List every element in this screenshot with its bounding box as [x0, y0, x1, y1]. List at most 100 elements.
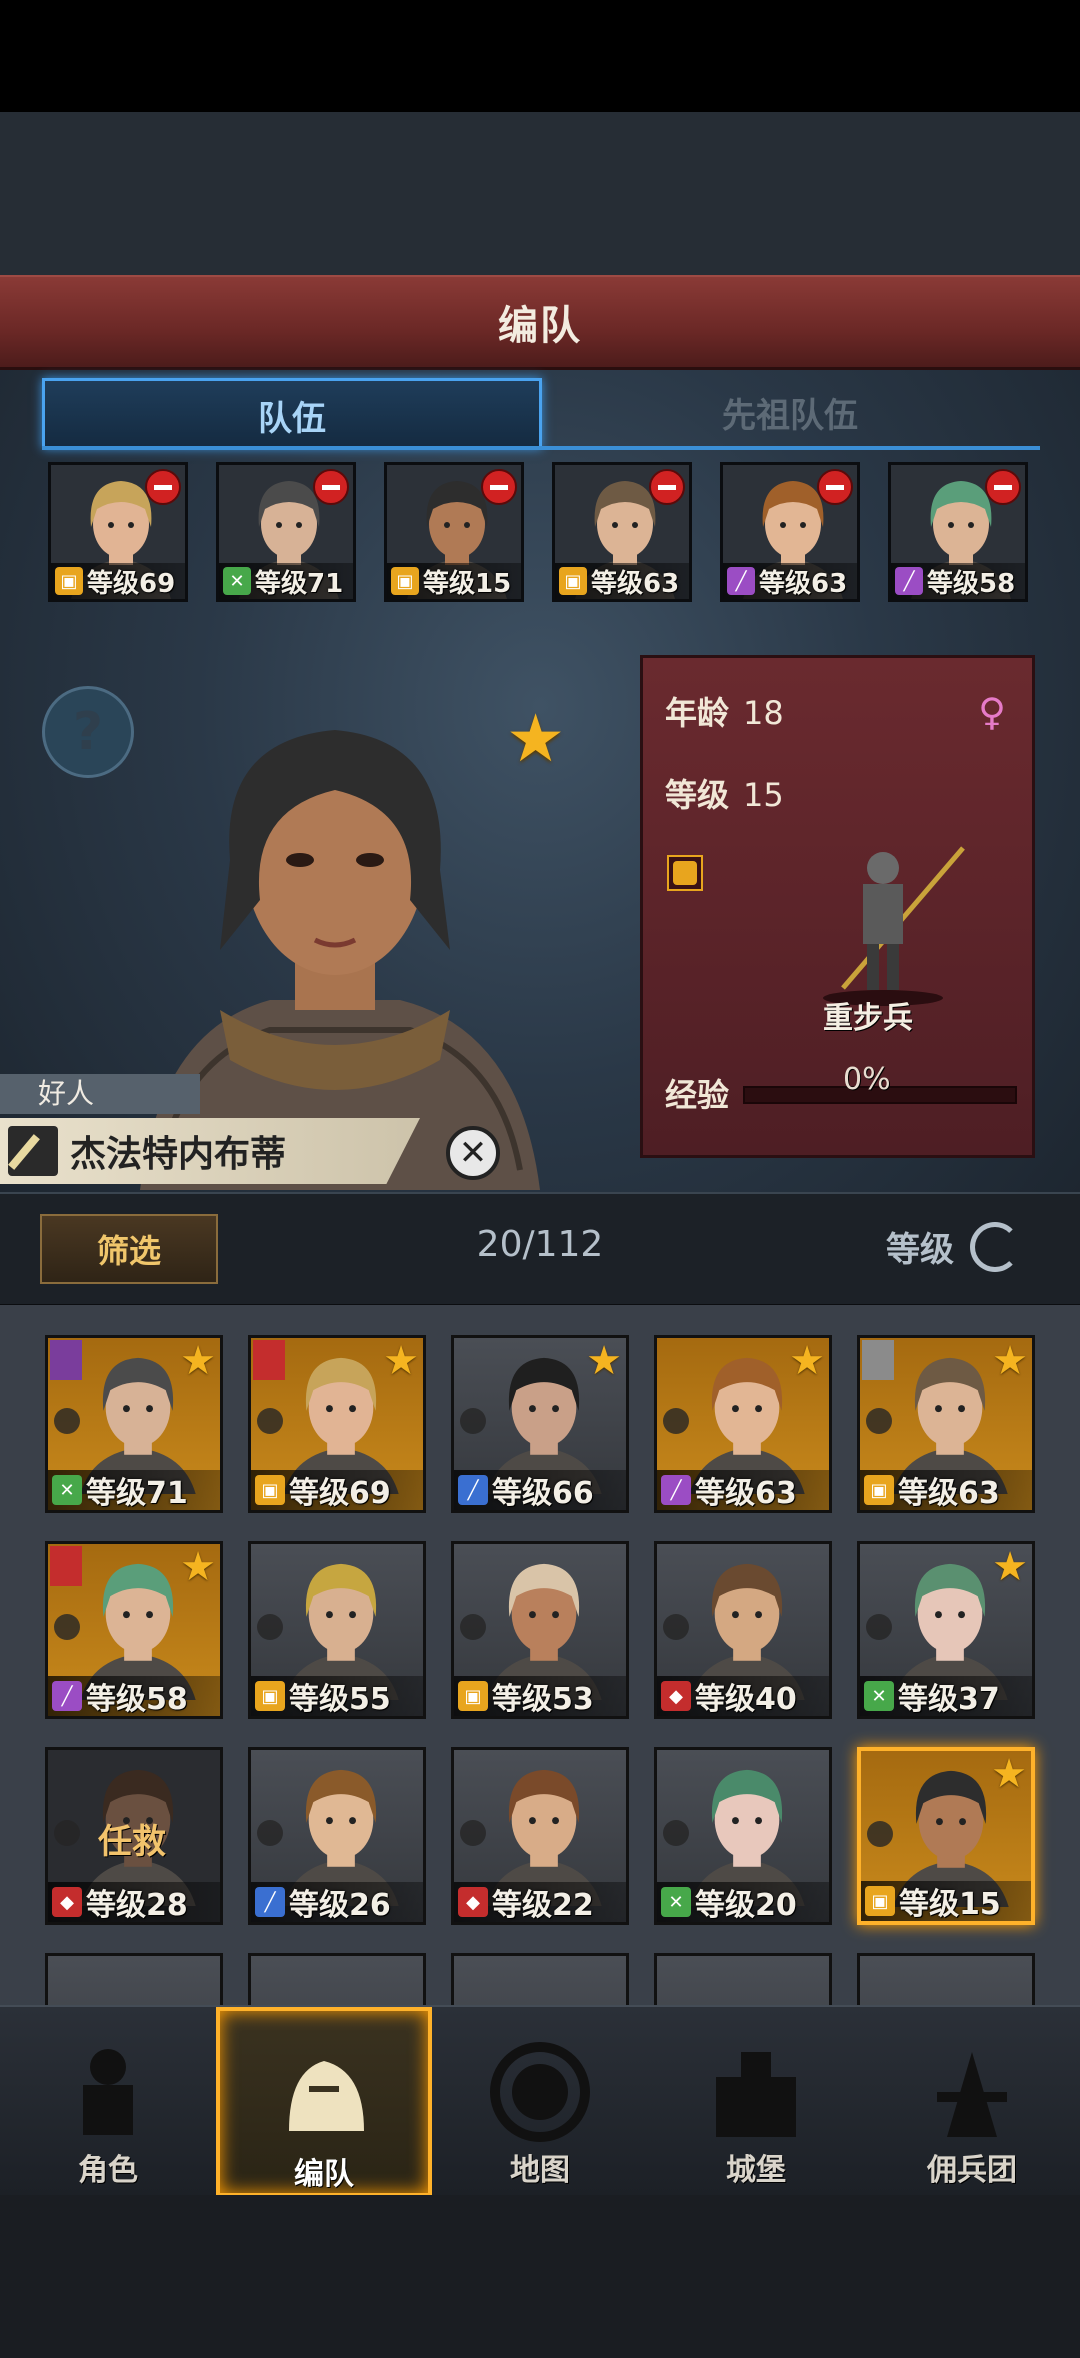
- refresh-icon[interactable]: [970, 1222, 1020, 1272]
- level-text: 等级22: [492, 1888, 594, 1923]
- hero-card[interactable]: 任救 ◆ 等级28: [45, 1747, 223, 1925]
- hero-card[interactable]: [857, 1953, 1035, 2005]
- hero-card[interactable]: ╱ 等级26: [248, 1747, 426, 1925]
- equipment-icon: [663, 1820, 689, 1846]
- level-bar: ✕ 等级71: [219, 563, 353, 599]
- team-slot[interactable]: ╱ 等级58: [888, 462, 1028, 602]
- remove-icon[interactable]: [145, 469, 181, 505]
- level-text: 等级71: [255, 568, 344, 599]
- star-icon: ★: [383, 1338, 419, 1384]
- level-bar: ✕ 等级71: [48, 1470, 220, 1510]
- level-bar: ╱ 等级66: [454, 1470, 626, 1510]
- age-row: 年龄 18: [665, 688, 784, 734]
- hero-card[interactable]: ◆ 等级22: [451, 1747, 629, 1925]
- hero-name-banner[interactable]: 杰法特内布蒂: [0, 1118, 420, 1184]
- star-icon: ★: [992, 1338, 1028, 1384]
- level-text: 等级58: [86, 1682, 188, 1717]
- nav-item-compass[interactable]: 地图: [432, 2007, 648, 2197]
- hero-card[interactable]: ★ ▣ 等级63: [857, 1335, 1035, 1513]
- hero-card[interactable]: [451, 1953, 629, 2005]
- team-slot[interactable]: ▣ 等级63: [552, 462, 692, 602]
- level-text: 等级37: [898, 1682, 1000, 1717]
- sword-class-icon: ╱: [458, 1475, 488, 1505]
- shield-class-icon: ▣: [255, 1681, 285, 1711]
- hero-card[interactable]: ★ ╱ 等级66: [451, 1335, 629, 1513]
- nav-item-helmet[interactable]: 编队: [216, 2007, 432, 2197]
- level-text: 等级53: [492, 1682, 594, 1717]
- bow-class-icon: ✕: [52, 1475, 82, 1505]
- hero-name: 杰法特内布蒂: [70, 1134, 287, 1175]
- remove-icon[interactable]: [481, 469, 517, 505]
- star-icon: ★: [789, 1338, 825, 1384]
- level-value: 15: [743, 776, 784, 814]
- trait-label: 好人: [0, 1074, 200, 1114]
- level-bar: ◆ 等级22: [454, 1882, 626, 1922]
- team-slot[interactable]: ╱ 等级63: [720, 462, 860, 602]
- nav-item-knight[interactable]: 角色: [0, 2007, 216, 2197]
- filter-button[interactable]: 筛选: [40, 1214, 218, 1284]
- shield-class-icon: [667, 855, 703, 891]
- star-icon: ★: [586, 1338, 622, 1384]
- remove-icon[interactable]: [817, 469, 853, 505]
- level-bar: ✕ 等级37: [860, 1676, 1032, 1716]
- bow-class-icon: ✕: [661, 1887, 691, 1917]
- edit-icon[interactable]: [8, 1126, 58, 1176]
- hero-card[interactable]: ★ ✕ 等级71: [45, 1335, 223, 1513]
- hero-card[interactable]: [654, 1953, 832, 2005]
- level-bar: ◆ 等级28: [48, 1882, 220, 1922]
- equipment-icon: [54, 1408, 80, 1434]
- bow-class-icon: ✕: [864, 1681, 894, 1711]
- nav-label: 城堡: [726, 2153, 786, 2188]
- beast-class-icon: ◆: [661, 1681, 691, 1711]
- level-bar: ▣ 等级69: [251, 1470, 423, 1510]
- level-text: 等级69: [289, 1476, 391, 1511]
- knight-icon: [83, 2049, 133, 2135]
- tab-ancestor-team[interactable]: 先祖队伍: [540, 378, 1040, 449]
- level-text: 等级55: [289, 1682, 391, 1717]
- star-icon: ★: [180, 1338, 216, 1384]
- equipment-icon: [866, 1408, 892, 1434]
- tab-team[interactable]: 队伍: [42, 378, 542, 449]
- hero-info-panel: 年龄 18 ♀ 等级 15 重步兵 经验 0%: [640, 655, 1035, 1158]
- female-icon: ♀: [978, 690, 1006, 734]
- hero-card[interactable]: ▣ 等级53: [451, 1541, 629, 1719]
- nav-label: 角色: [78, 2153, 138, 2188]
- roster-grid: ★ ✕ 等级71 ★ ▣ 等级69 ★ ╱ 等级66 ★ ╱ 等级63 ★ ▣ 等级63 ★ ╱ 等级58 ▣ 等级5…: [0, 1305, 1080, 2005]
- remove-icon[interactable]: [313, 469, 349, 505]
- hero-card[interactable]: ▣ 等级55: [248, 1541, 426, 1719]
- hero-card[interactable]: ★ ✕ 等级37: [857, 1541, 1035, 1719]
- level-text: 等级40: [695, 1682, 797, 1717]
- team-slot[interactable]: ✕ 等级71: [216, 462, 356, 602]
- hero-card[interactable]: ★ ╱ 等级58: [45, 1541, 223, 1719]
- faction-icon: [862, 1340, 894, 1380]
- beast-class-icon: ◆: [52, 1887, 82, 1917]
- nav-item-castle[interactable]: 城堡: [648, 2007, 864, 2197]
- background-top: [0, 112, 1080, 277]
- level-bar: ◆ 等级40: [657, 1676, 829, 1716]
- star-icon: ★: [992, 1544, 1028, 1590]
- remove-icon[interactable]: [649, 469, 685, 505]
- remove-icon[interactable]: [985, 469, 1021, 505]
- equipment-icon: [257, 1614, 283, 1640]
- sort-label[interactable]: 等级: [886, 1222, 954, 1271]
- hero-card[interactable]: [248, 1953, 426, 2005]
- level-bar: ▣ 等级53: [454, 1676, 626, 1716]
- hero-card[interactable]: ★ ▣ 等级69: [248, 1335, 426, 1513]
- faction-icon: [50, 1546, 82, 1586]
- hero-card[interactable]: ★ ╱ 等级63: [654, 1335, 832, 1513]
- remove-hero-button[interactable]: ✕: [446, 1126, 500, 1180]
- level-text: 等级28: [86, 1888, 188, 1923]
- heavy-infantry-icon: [823, 846, 965, 1006]
- hero-card[interactable]: [45, 1953, 223, 2005]
- bottom-nav: 角色 编队 地图 城堡 佣兵团: [0, 2005, 1080, 2197]
- level-text: 等级63: [591, 568, 680, 599]
- team-slot[interactable]: ▣ 等级15: [384, 462, 524, 602]
- hero-card[interactable]: ★ ▣ 等级15: [857, 1747, 1035, 1925]
- hero-card[interactable]: ◆ 等级40: [654, 1541, 832, 1719]
- team-slot[interactable]: ▣ 等级69: [48, 462, 188, 602]
- level-bar: ▣ 等级69: [51, 563, 185, 599]
- hero-card[interactable]: ✕ 等级20: [654, 1747, 832, 1925]
- level-label: 等级: [665, 776, 730, 814]
- star-icon: ★: [991, 1751, 1027, 1797]
- nav-item-mercenary[interactable]: 佣兵团: [864, 2007, 1080, 2197]
